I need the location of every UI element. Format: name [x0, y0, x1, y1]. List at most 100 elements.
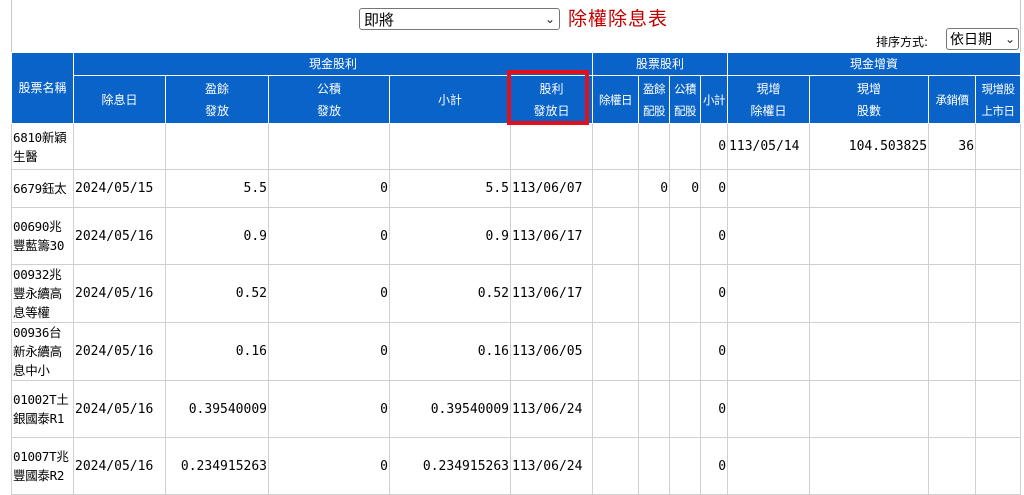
- cell-stock-name[interactable]: 6679鈺太: [11, 169, 74, 208]
- table-row[interactable]: 01002T土銀國泰R1 2024/05/16 0.39540009 0 0.39540…: [11, 380, 1022, 438]
- cell-capital-reserve: 0: [268, 380, 390, 438]
- cell-ex-rights-date: [592, 322, 640, 381]
- cell-ex-rights-date: [592, 207, 640, 265]
- chevron-down-icon: ⌄: [1004, 32, 1015, 46]
- cell-ex-div-date: 2024/05/16: [73, 437, 166, 495]
- cell-stock-subtotal: 0: [700, 322, 729, 381]
- col-capital-reserve[interactable]: 公積 發放: [268, 75, 390, 124]
- cell-pay-date: 113/06/24: [509, 380, 594, 438]
- col-stock-name[interactable]: 股票名稱: [11, 52, 74, 124]
- col-subscription-price[interactable]: 承銷價: [928, 75, 977, 124]
- cell-stock-earnings: 0: [638, 169, 671, 208]
- cell-subtotal: 0.52: [389, 264, 511, 323]
- ex-dividend-table: 股票名稱 現金股利 股票股利 現金增資 除息日 盈餘 發放 公積 發放 小計 股利發…: [11, 52, 1022, 495]
- cell-subscription-price: [928, 322, 977, 381]
- cell-ex-div-date: [73, 123, 166, 170]
- cell-ci-listing: [975, 123, 1022, 170]
- cell-stock-name[interactable]: 00936台新永續高息中小: [11, 322, 74, 381]
- cell-pay-date: 113/06/24: [509, 437, 594, 495]
- page-title: 除權除息表: [568, 8, 669, 30]
- cell-pay-date: [509, 123, 594, 170]
- cell-earnings: 0.39540009: [165, 380, 269, 438]
- cell-stock-name[interactable]: 01007T兆豐國泰R2: [11, 437, 74, 495]
- table-body: 6810新穎生醫 0 113/05/14 104.503825 36 6679鈺太 2024…: [11, 123, 1022, 495]
- cell-ci-ex-rights: [727, 380, 811, 438]
- cell-ci-shares: [809, 264, 930, 323]
- cell-ci-listing: [975, 322, 1022, 381]
- col-stock-subtotal[interactable]: 小計: [700, 75, 729, 124]
- cell-stock-earnings: [638, 437, 671, 495]
- cell-ci-ex-rights: [727, 169, 811, 208]
- cell-ex-rights-date: [592, 123, 640, 170]
- cell-stock-earnings: [638, 380, 671, 438]
- col-ci-shares[interactable]: 現增 股數: [809, 75, 930, 124]
- cell-stock-earnings: [638, 322, 671, 381]
- cell-subtotal: [389, 123, 511, 170]
- cell-ci-ex-rights: [727, 437, 811, 495]
- table-row[interactable]: 00936台新永續高息中小 2024/05/16 0.16 0 0.16 113/06/0…: [11, 322, 1022, 381]
- sort-label: 排序方式:: [876, 35, 929, 49]
- col-stock-earnings[interactable]: 盈餘 配股: [638, 75, 671, 124]
- cell-stock-reserve: 0: [669, 169, 702, 208]
- cell-stock-earnings: [638, 123, 671, 170]
- cell-stock-name[interactable]: 00690兆豐藍籌30: [11, 207, 74, 265]
- cell-stock-reserve: [669, 123, 702, 170]
- cell-ci-listing: [975, 264, 1022, 323]
- cell-stock-name[interactable]: 6810新穎生醫: [11, 123, 74, 170]
- table-row[interactable]: 6810新穎生醫 0 113/05/14 104.503825 36: [11, 123, 1022, 170]
- sort-select[interactable]: 依日期 ⌄: [946, 28, 1019, 50]
- cell-ex-rights-date: [592, 380, 640, 438]
- page: 即將 ⌄ 除權除息表 排序方式: 依日期 ⌄ 股票名稱 現金股利 股票股利 現金…: [0, 0, 1024, 495]
- cell-earnings: 0.16: [165, 322, 269, 381]
- cell-ex-div-date: 2024/05/16: [73, 264, 166, 323]
- cell-ci-ex-rights: [727, 264, 811, 323]
- period-select[interactable]: 即將 ⌄: [359, 8, 560, 30]
- cell-subtotal: 5.5: [389, 169, 511, 208]
- table-row[interactable]: 00690兆豐藍籌30 2024/05/16 0.9 0 0.9 113/06/17 0: [11, 207, 1022, 265]
- cell-capital-reserve: [268, 123, 390, 170]
- cell-capital-reserve: 0: [268, 264, 390, 323]
- table-row[interactable]: 01007T兆豐國泰R2 2024/05/16 0.234915263 0 0.2349…: [11, 437, 1022, 495]
- cell-ci-shares: [809, 207, 930, 265]
- cell-ci-shares: [809, 169, 930, 208]
- cell-stock-subtotal: 0: [700, 437, 729, 495]
- cell-stock-subtotal: 0: [700, 123, 729, 170]
- cell-stock-reserve: [669, 264, 702, 323]
- col-subtotal[interactable]: 小計: [389, 75, 511, 124]
- col-ex-div-date[interactable]: 除息日: [73, 75, 166, 124]
- table-row[interactable]: 6679鈺太 2024/05/15 5.5 0 5.5 113/06/07 0 0 0: [11, 169, 1022, 208]
- col-ci-listing[interactable]: 現增股 上市日: [975, 75, 1022, 124]
- col-ci-ex-rights[interactable]: 現增 除權日: [727, 75, 811, 124]
- table-row[interactable]: 00932兆豐永續高息等權 2024/05/16 0.52 0 0.52 113/06/1…: [11, 264, 1022, 323]
- sort-select-value: 依日期: [950, 32, 992, 48]
- cell-subscription-price: [928, 264, 977, 323]
- cell-stock-name[interactable]: 00932兆豐永續高息等權: [11, 264, 74, 323]
- cell-ci-shares: [809, 437, 930, 495]
- cell-ci-ex-rights: 113/05/14: [727, 123, 811, 170]
- cell-pay-date: 113/06/07: [509, 169, 594, 208]
- col-earnings[interactable]: 盈餘 發放: [165, 75, 269, 124]
- cell-ex-div-date: 2024/05/15: [73, 169, 166, 208]
- col-pay-date[interactable]: 股利 發放日: [509, 75, 594, 124]
- cell-ci-listing: [975, 437, 1022, 495]
- cell-ex-rights-date: [592, 169, 640, 208]
- col-stock-reserve[interactable]: 公積 配股: [669, 75, 702, 124]
- group-cash-dividend: 現金股利: [72, 52, 594, 76]
- cell-ci-ex-rights: [727, 322, 811, 381]
- cell-pay-date: 113/06/05: [509, 322, 594, 381]
- top-bar: 即將 ⌄ 除權除息表: [0, 6, 1024, 32]
- cell-stock-name[interactable]: 01002T土銀國泰R1: [11, 380, 74, 438]
- cell-capital-reserve: 0: [268, 437, 390, 495]
- cell-subtotal: 0.16: [389, 322, 511, 381]
- cell-earnings: 5.5: [165, 169, 269, 208]
- cell-subtotal: 0.234915263: [389, 437, 511, 495]
- cell-ci-shares: [809, 380, 930, 438]
- cell-stock-reserve: [669, 322, 702, 381]
- cell-ci-listing: [975, 169, 1022, 208]
- col-ex-rights-date[interactable]: 除權日: [592, 75, 640, 124]
- group-stock-dividend: 股票股利: [592, 52, 729, 76]
- cell-stock-reserve: [669, 207, 702, 265]
- cell-stock-subtotal: 0: [700, 380, 729, 438]
- cell-pay-date: 113/06/17: [509, 207, 594, 265]
- cell-ci-listing: [975, 207, 1022, 265]
